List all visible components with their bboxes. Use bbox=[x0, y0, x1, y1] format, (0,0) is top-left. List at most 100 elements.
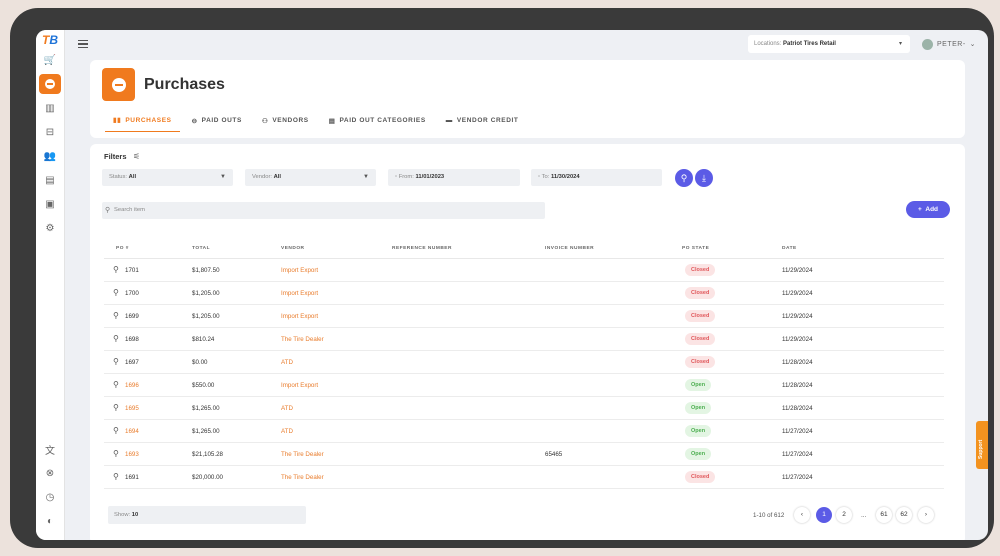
zoom-icon[interactable]: ⚲ bbox=[113, 426, 119, 435]
sidebar: TB 🛒 ▥ ⊟ 👥 ▤ ▣ ⚙ 文 ⊗ ◷ ◐ bbox=[36, 30, 65, 540]
vendor-link[interactable]: Import Export bbox=[281, 267, 318, 274]
total-cell: $1,265.00 bbox=[192, 405, 220, 412]
table-row[interactable]: ⚲ 1700 $1,205.00 Import Export 11/29/2024 Clo… bbox=[104, 282, 944, 305]
table-header: PO # TOTAL VENDOR REFERENCE NUMBER INVOICE N… bbox=[104, 242, 944, 259]
purchases-icon[interactable] bbox=[39, 74, 61, 94]
page-size-select[interactable]: Show: 10 bbox=[108, 506, 306, 524]
tab-label: PAID OUT CATEGORIES bbox=[339, 117, 426, 124]
zoom-icon[interactable]: ⚲ bbox=[113, 288, 119, 297]
status-label: Status: bbox=[109, 174, 128, 180]
zoom-icon[interactable]: ⚲ bbox=[113, 357, 119, 366]
next-page-button[interactable]: › bbox=[918, 507, 934, 523]
status-filter[interactable]: Status: All ▼ bbox=[102, 169, 233, 186]
categories-icon: ▤ bbox=[328, 117, 336, 125]
zoom-icon[interactable]: ⚲ bbox=[113, 403, 119, 412]
cart-icon[interactable]: 🛒 bbox=[39, 50, 61, 70]
location-select[interactable]: Locations: Patriot Tires Retail ▾ bbox=[748, 35, 910, 53]
settings-icon[interactable]: ⚙ bbox=[39, 218, 61, 238]
download-button[interactable]: ⤓ bbox=[695, 169, 713, 187]
total-cell: $1,807.50 bbox=[192, 267, 220, 274]
tab-purchases[interactable]: ▮▮ PURCHASES bbox=[105, 112, 180, 132]
total-cell: $1,205.00 bbox=[192, 290, 220, 297]
po-number[interactable]: 1695 bbox=[125, 405, 139, 412]
vendor-filter[interactable]: Vendor: All ▼ bbox=[245, 169, 376, 186]
table-row[interactable]: ⚲ 1698 $810.24 The Tire Dealer 11/29/2024 Clo… bbox=[104, 328, 944, 351]
vendor-link[interactable]: The Tire Dealer bbox=[281, 451, 324, 458]
device-frame: TB 🛒 ▥ ⊟ 👥 ▤ ▣ ⚙ 文 ⊗ ◷ ◐ Locations: Patriot Tires… bbox=[10, 8, 994, 548]
po-number[interactable]: 1693 bbox=[125, 451, 139, 458]
sliders-icon[interactable]: ⚟ bbox=[133, 152, 140, 161]
tab-label: PURCHASES bbox=[125, 116, 172, 124]
location-label: Locations: bbox=[754, 41, 782, 47]
purchases-icon bbox=[102, 68, 135, 101]
paid-outs-icon: ⊖ bbox=[191, 117, 198, 125]
vendor-link[interactable]: Import Export bbox=[281, 382, 318, 389]
zoom-icon[interactable]: ⚲ bbox=[113, 449, 119, 458]
customers-icon[interactable]: 👥 bbox=[39, 146, 61, 166]
to-date-field[interactable]: ▫ To: 11/30/2024 bbox=[531, 169, 662, 186]
search-button[interactable]: ⚲ bbox=[675, 169, 693, 187]
user-name: PETER- bbox=[937, 40, 966, 48]
zoom-icon[interactable]: ⚲ bbox=[113, 334, 119, 343]
add-button[interactable]: + Add bbox=[906, 201, 950, 218]
tire-icon[interactable]: ⊟ bbox=[39, 122, 61, 142]
search-placeholder: Search item bbox=[114, 207, 145, 213]
status-badge: Closed bbox=[685, 356, 716, 368]
menu-icon[interactable] bbox=[78, 40, 88, 48]
page-button-61[interactable]: 61 bbox=[876, 507, 892, 523]
chevron-right-icon: › bbox=[924, 511, 928, 518]
zoom-icon[interactable]: ⚲ bbox=[113, 311, 119, 320]
table-row[interactable]: ⚲ 1695 $1,265.00 ATD 11/28/2024 Open bbox=[104, 397, 944, 420]
status-badge: Open bbox=[685, 448, 712, 460]
calendar-icon: ▫ bbox=[538, 174, 541, 180]
tab-paid-out-categories[interactable]: ▤ PAID OUT CATEGORIES bbox=[321, 112, 434, 132]
brand-logo[interactable]: TB bbox=[39, 32, 61, 48]
cash-register-icon[interactable]: ▣ bbox=[39, 194, 61, 214]
page-button-1[interactable]: 1 bbox=[816, 507, 832, 523]
table-row[interactable]: ⚲ 1697 $0.00 ATD 11/28/2024 Closed bbox=[104, 351, 944, 374]
user-menu[interactable]: PETER- ⌄ bbox=[922, 36, 976, 52]
table-row[interactable]: ⚲ 1696 $550.00 Import Export 11/28/2024 Open bbox=[104, 374, 944, 397]
zoom-icon[interactable]: ⚲ bbox=[113, 380, 119, 389]
date-cell: 11/28/2024 bbox=[782, 359, 813, 366]
table-row[interactable]: ⚲ 1691 $20,000.00 The Tire Dealer 11/27/2024… bbox=[104, 466, 944, 489]
table-row[interactable]: ⚲ 1699 $1,205.00 Import Export 11/29/2024 Clo… bbox=[104, 305, 944, 328]
vendor-link[interactable]: ATD bbox=[281, 428, 293, 435]
vendor-link[interactable]: ATD bbox=[281, 405, 293, 412]
theme-icon[interactable]: ◐ bbox=[39, 511, 61, 531]
inventory-icon[interactable]: ▥ bbox=[39, 98, 61, 118]
tab-vendor-credit[interactable]: ▬ VENDOR CREDIT bbox=[438, 112, 527, 132]
table-row[interactable]: ⚲ 1701 $1,807.50 Import Export 11/29/2024 Clo… bbox=[104, 259, 944, 282]
timer-icon[interactable]: ◷ bbox=[39, 487, 61, 507]
zoom-icon[interactable]: ⚲ bbox=[113, 472, 119, 481]
tab-vendors[interactable]: ⚇ VENDORS bbox=[254, 112, 317, 132]
support-tab[interactable]: Support bbox=[976, 421, 988, 469]
tab-paid-outs[interactable]: ⊖ PAID OUTS bbox=[184, 112, 250, 132]
page-button-62[interactable]: 62 bbox=[896, 507, 912, 523]
vendor-link[interactable]: The Tire Dealer bbox=[281, 474, 324, 481]
reports-icon[interactable]: ▤ bbox=[39, 170, 61, 190]
translate-icon[interactable]: 文 bbox=[39, 439, 61, 459]
vendor-link[interactable]: The Tire Dealer bbox=[281, 336, 324, 343]
po-number: 1697 bbox=[125, 359, 139, 366]
table-row[interactable]: ⚲ 1694 $1,265.00 ATD 11/27/2024 Open bbox=[104, 420, 944, 443]
from-date-field[interactable]: ▫ From: 11/01/2023 bbox=[388, 169, 520, 186]
page-button-2[interactable]: 2 bbox=[836, 507, 852, 523]
column-header: PO STATE bbox=[682, 246, 710, 251]
status-badge: Open bbox=[685, 425, 712, 437]
search-input[interactable]: ⚲ Search item bbox=[102, 202, 545, 219]
cancel-icon[interactable]: ⊗ bbox=[39, 463, 61, 483]
vendor-link[interactable]: Import Export bbox=[281, 290, 318, 297]
zoom-icon[interactable]: ⚲ bbox=[113, 265, 119, 274]
page-header: Purchases ▮▮ PURCHASES ⊖ PAID OUTS ⚇ VENDORS ▤… bbox=[90, 60, 965, 138]
prev-page-button[interactable]: ‹ bbox=[794, 507, 810, 523]
po-number[interactable]: 1694 bbox=[125, 428, 139, 435]
table-row[interactable]: ⚲ 1693 $21,105.28 The Tire Dealer 65465 11/27… bbox=[104, 443, 944, 466]
purchases-tab-icon: ▮▮ bbox=[113, 117, 122, 124]
show-label: Show: bbox=[114, 512, 131, 518]
po-number[interactable]: 1696 bbox=[125, 382, 139, 389]
to-value: 11/30/2024 bbox=[550, 174, 580, 180]
vendor-link[interactable]: ATD bbox=[281, 359, 293, 366]
search-icon: ⚲ bbox=[680, 173, 688, 183]
vendor-link[interactable]: Import Export bbox=[281, 313, 318, 320]
